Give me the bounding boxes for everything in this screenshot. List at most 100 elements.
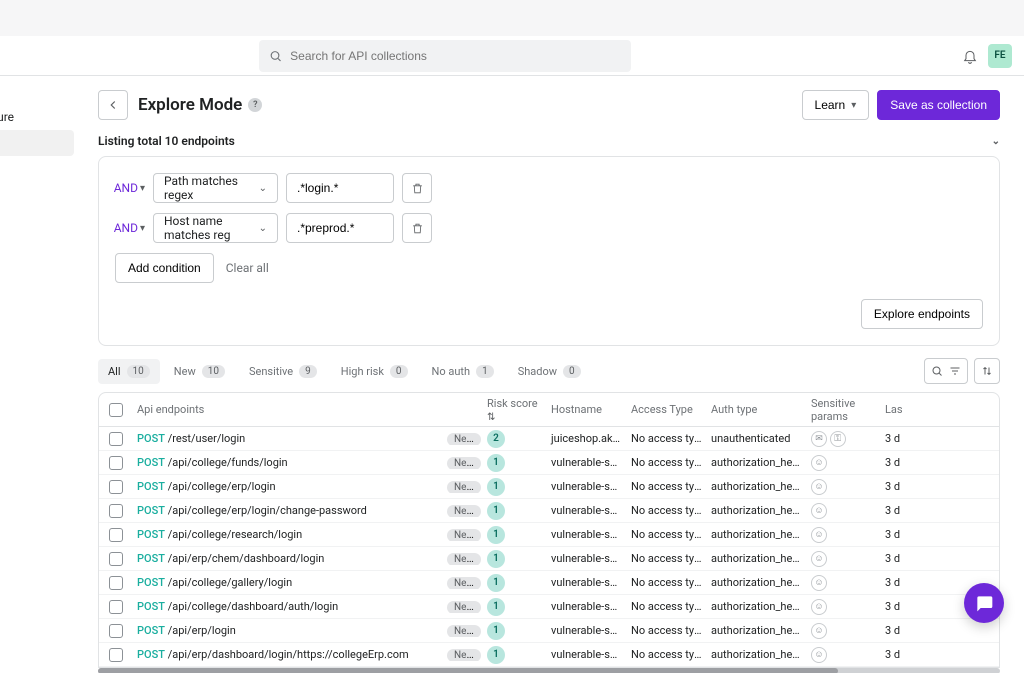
learn-button[interactable]: Learn ▾	[802, 90, 870, 120]
risk-score: 1	[487, 550, 505, 568]
hostname-cell: vulnerable-se...	[547, 528, 627, 541]
col-endpoints[interactable]: Api endpoints	[133, 403, 443, 416]
field-select-1[interactable]: Path matches regex⌄	[153, 173, 278, 203]
row-checkbox[interactable]	[109, 504, 123, 518]
tab-high-risk[interactable]: High risk0	[331, 359, 418, 384]
col-hostname[interactable]: Hostname	[547, 403, 627, 416]
row-checkbox[interactable]	[109, 456, 123, 470]
user-icon: ☺	[811, 575, 827, 591]
col-access[interactable]: Access Type	[627, 403, 707, 416]
and-operator[interactable]: AND▾	[115, 221, 145, 235]
sensitive-cell: ☺	[807, 503, 881, 519]
endpoint-path: /api/college/dashboard/auth/login	[168, 600, 339, 613]
value-input-1[interactable]	[286, 173, 394, 203]
value-input-2[interactable]	[286, 213, 394, 243]
method-label: POST	[137, 504, 165, 517]
sensitive-cell: ☺	[807, 647, 881, 663]
user-icon: ☺	[811, 623, 827, 639]
row-checkbox[interactable]	[109, 528, 123, 542]
horizontal-scrollbar[interactable]	[98, 668, 1000, 673]
filter-icon	[949, 365, 961, 377]
table-row[interactable]: POST /api/college/dashboard/auth/login N…	[99, 595, 999, 619]
field-select-2[interactable]: Host name matches reg⌄	[153, 213, 278, 243]
search-box[interactable]	[259, 40, 631, 72]
row-checkbox[interactable]	[109, 600, 123, 614]
sort-button[interactable]	[974, 358, 1000, 384]
search-input[interactable]	[290, 49, 621, 63]
auth-cell: authorization_header	[707, 552, 807, 565]
last-cell: 3 d	[881, 600, 921, 613]
sidebar-item-s[interactable]: s	[0, 182, 74, 208]
sensitive-cell: ☺	[807, 455, 881, 471]
sidebar-item-posture[interactable]: y Posture	[0, 104, 74, 130]
bell-icon[interactable]	[962, 48, 978, 64]
sidebar-item-discovery[interactable]: ery	[0, 130, 74, 156]
tab-shadow[interactable]: Shadow0	[508, 359, 591, 384]
user-icon: ☺	[811, 551, 827, 567]
auth-cell: authorization_header	[707, 624, 807, 637]
sidebar-item-collections[interactable]: ons	[0, 156, 74, 182]
chevron-down-icon[interactable]: ⌄	[992, 136, 1000, 147]
table-row[interactable]: POST /api/college/research/login New 1 v…	[99, 523, 999, 547]
info-icon[interactable]: ?	[248, 98, 262, 112]
auth-cell: authorization_header	[707, 528, 807, 541]
table-row[interactable]: POST /api/college/funds/login New 1 vuln…	[99, 451, 999, 475]
table-row[interactable]: POST /api/erp/login New 1 vulnerable-se.…	[99, 619, 999, 643]
tab-all[interactable]: All10	[98, 359, 160, 384]
access-cell: No access type	[627, 456, 707, 469]
sidebar-item-data[interactable]: ata	[0, 208, 74, 234]
table-row[interactable]: POST /api/college/gallery/login New 1 vu…	[99, 571, 999, 595]
hostname-cell: vulnerable-se...	[547, 480, 627, 493]
tab-new[interactable]: New10	[164, 359, 235, 384]
clear-all-link[interactable]: Clear all	[226, 261, 269, 275]
table-row[interactable]: POST /api/college/erp/login/change-passw…	[99, 499, 999, 523]
page-title: Explore Mode ?	[138, 95, 262, 115]
row-checkbox[interactable]	[109, 576, 123, 590]
delete-condition-2[interactable]	[402, 213, 432, 243]
topbar: FE	[0, 36, 1024, 76]
method-label: POST	[137, 480, 165, 493]
delete-condition-1[interactable]	[402, 173, 432, 203]
new-badge: New	[447, 601, 481, 613]
avatar[interactable]: FE	[988, 44, 1012, 68]
tab-no-auth[interactable]: No auth1	[422, 359, 504, 384]
chevron-down-icon: ▾	[851, 100, 856, 111]
row-checkbox[interactable]	[109, 480, 123, 494]
method-label: POST	[137, 456, 165, 469]
and-operator[interactable]: AND▾	[115, 181, 145, 195]
row-checkbox[interactable]	[109, 624, 123, 638]
method-label: POST	[137, 432, 165, 445]
table-row[interactable]: POST /rest/user/login New 2 juiceshop.ak…	[99, 427, 999, 451]
last-cell: 3 d	[881, 456, 921, 469]
row-checkbox[interactable]	[109, 552, 123, 566]
table-row[interactable]: POST /api/college/erp/login New 1 vulner…	[99, 475, 999, 499]
user-icon: ☺	[811, 479, 827, 495]
col-auth[interactable]: Auth type	[707, 403, 807, 416]
table-row[interactable]: POST /api/erp/dashboard/login/https://co…	[99, 643, 999, 667]
select-all-checkbox[interactable]	[109, 403, 123, 417]
row-checkbox[interactable]	[109, 432, 123, 446]
chat-fab[interactable]	[964, 583, 1004, 623]
scrollbar-thumb[interactable]	[98, 668, 838, 673]
col-last[interactable]: Las	[881, 403, 921, 416]
endpoint-path: /api/erp/dashboard/login/https://college…	[168, 648, 409, 661]
filter-row-1: AND▾ Path matches regex⌄	[115, 173, 983, 203]
risk-score: 1	[487, 526, 505, 544]
new-badge: New	[447, 433, 481, 445]
add-condition-button[interactable]: Add condition	[115, 253, 214, 283]
col-sens[interactable]: Sensitive params	[807, 397, 881, 423]
tab-sensitive[interactable]: Sensitive9	[239, 359, 327, 384]
sidebar: y Posture ery ons s ata	[0, 76, 74, 673]
col-risk[interactable]: Risk score ⇅	[483, 397, 547, 423]
save-collection-button[interactable]: Save as collection	[877, 90, 1000, 120]
chat-icon	[974, 593, 994, 613]
table-row[interactable]: POST /api/erp/chem/dashboard/login New 1…	[99, 547, 999, 571]
new-badge: New	[447, 649, 481, 661]
explore-endpoints-button[interactable]: Explore endpoints	[861, 299, 983, 329]
endpoint-path: /api/college/gallery/login	[168, 576, 292, 589]
user-icon: ☺	[811, 647, 827, 663]
user-icon: ☺	[811, 527, 827, 543]
back-button[interactable]	[98, 90, 128, 120]
search-filter-group[interactable]	[924, 358, 968, 384]
row-checkbox[interactable]	[109, 648, 123, 662]
